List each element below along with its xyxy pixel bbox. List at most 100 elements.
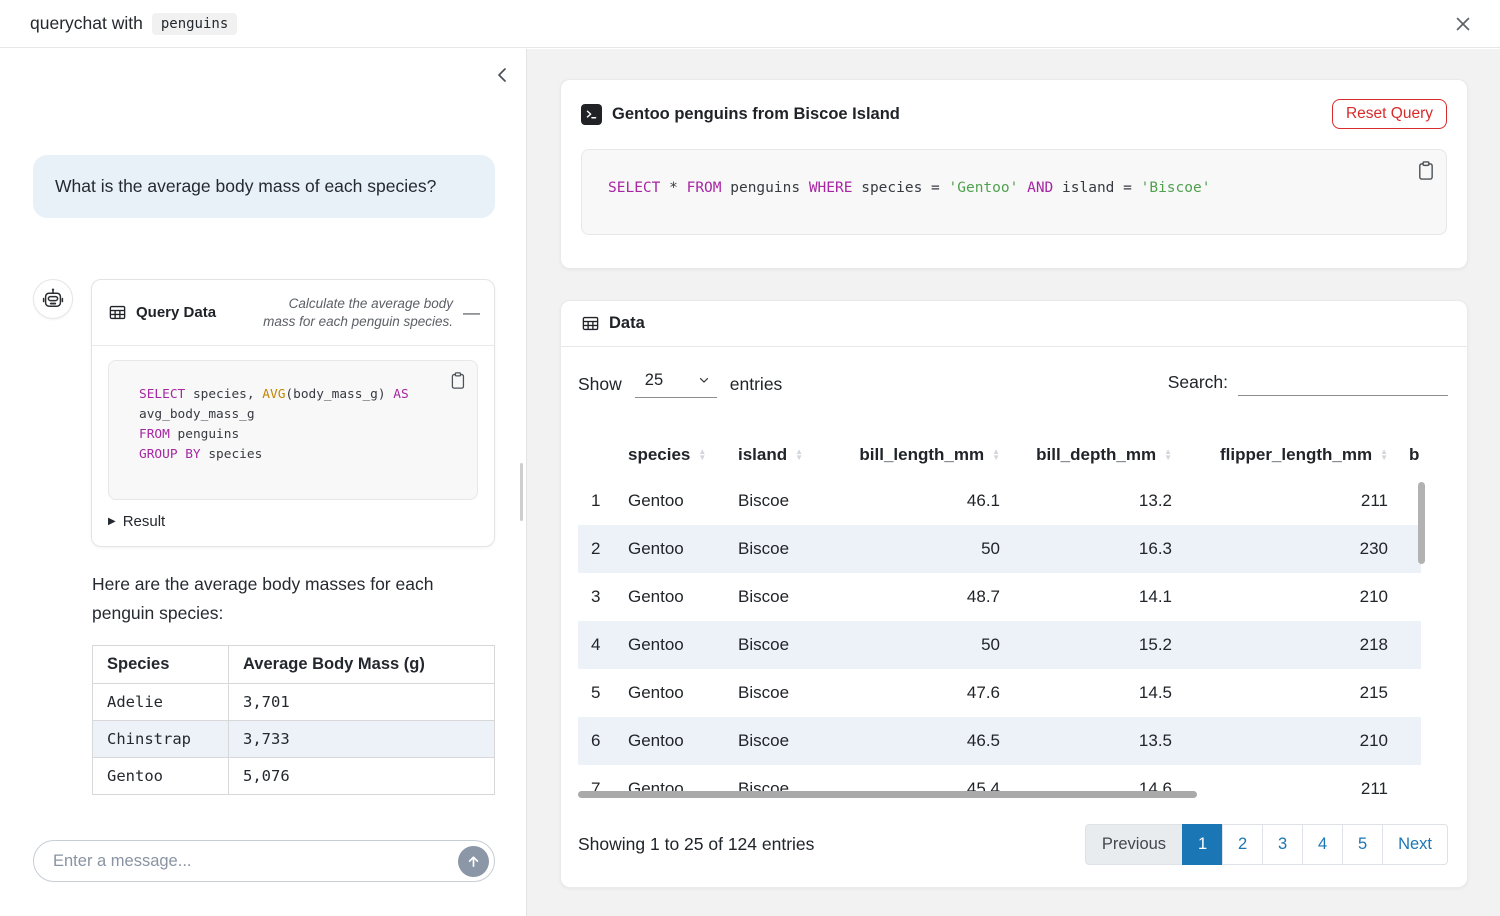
chevron-down-icon <box>697 373 711 387</box>
vertical-scrollbar[interactable] <box>1418 482 1425 564</box>
query-card-header: Gentoo penguins from Biscoe Island Reset… <box>581 92 1447 136</box>
data-table-row: 2GentooBiscoe5016.3230 <box>578 525 1421 573</box>
panel-resize-handle[interactable] <box>520 463 523 521</box>
answer-table-cell: 5,076 <box>229 758 495 795</box>
assistant-answer-text: Here are the average body masses for eac… <box>92 570 496 629</box>
data-table-cell: Gentoo <box>618 477 728 525</box>
data-table-cell: 50 <box>838 525 1000 573</box>
column-label: b <box>1409 445 1419 465</box>
horizontal-scrollbar[interactable] <box>578 791 1197 798</box>
answer-table-row: Adelie3,701 <box>93 684 495 721</box>
table-footer: Showing 1 to 25 of 124 entries Previous1… <box>578 823 1448 865</box>
column-header-bill_depth_mm[interactable]: bill_depth_mm▲▼ <box>1000 433 1172 477</box>
dataset-name-badge: penguins <box>152 13 237 35</box>
answer-table-cell: Adelie <box>93 684 229 721</box>
page-size-value: 25 <box>645 371 663 390</box>
data-table-header-row: species▲▼island▲▼bill_length_mm▲▼bill_de… <box>578 433 1421 477</box>
table-controls: Show 25 entries Search: <box>578 363 1448 405</box>
sql-code-block-small: SELECT species, AVG(body_mass_g) ASavg_b… <box>108 360 478 500</box>
data-table-row: 1GentooBiscoe46.113.2211 <box>578 477 1421 525</box>
data-table-cell: Gentoo <box>618 621 728 669</box>
page-size-select[interactable]: 25 <box>635 371 717 398</box>
result-toggle[interactable]: ▶ Result <box>108 513 478 530</box>
data-table-cell: 14.5 <box>1000 669 1172 717</box>
triangle-right-icon: ▶ <box>108 516 116 527</box>
sql-code-block-main: SELECT * FROM penguins WHERE species = '… <box>581 149 1447 235</box>
data-table-cell: Gentoo <box>618 573 728 621</box>
send-message-button[interactable] <box>458 846 489 877</box>
data-table-cell: 230 <box>1172 525 1388 573</box>
data-table-row: 5GentooBiscoe47.614.5215 <box>578 669 1421 717</box>
arrow-up-icon <box>465 853 482 870</box>
column-header-flipper_length_mm[interactable]: flipper_length_mm ▲▼ <box>1172 433 1388 477</box>
tool-title-group: Query Data <box>108 303 216 322</box>
user-message-bubble: What is the average body mass of each sp… <box>33 155 495 218</box>
close-button[interactable] <box>1448 9 1478 39</box>
data-table-cell: Gentoo <box>618 525 728 573</box>
pagination-page-4-button[interactable]: 4 <box>1302 824 1343 865</box>
data-table-cell <box>1388 621 1421 669</box>
answer-table-cell: Gentoo <box>93 758 229 795</box>
pagination-page-2-button[interactable]: 2 <box>1222 824 1263 865</box>
answer-table: SpeciesAverage Body Mass (g) Adelie3,701… <box>92 645 495 795</box>
copy-query-button[interactable] <box>1416 160 1435 181</box>
data-table-cell: 3 <box>578 573 618 621</box>
sql-code-text: SELECT species, AVG(body_mass_g) ASavg_b… <box>139 385 463 465</box>
pagination-page-5-button[interactable]: 5 <box>1342 824 1383 865</box>
show-label: Show <box>578 374 622 395</box>
data-table-cell: Gentoo <box>618 669 728 717</box>
topbar: querychat with penguins <box>0 0 1500 48</box>
answer-column-header: Average Body Mass (g) <box>229 646 495 684</box>
answer-table-row: Chinstrap3,733 <box>93 721 495 758</box>
query-title: Gentoo penguins from Biscoe Island <box>612 105 900 124</box>
assistant-message-row: Query Data Calculate the average body ma… <box>33 279 495 547</box>
data-table: species▲▼island▲▼bill_length_mm▲▼bill_de… <box>578 433 1421 801</box>
query-card: Gentoo penguins from Biscoe Island Reset… <box>560 79 1468 269</box>
data-table-cell: Gentoo <box>618 717 728 765</box>
column-header-island[interactable]: island▲▼ <box>728 433 838 477</box>
data-table-row: 6GentooBiscoe46.513.5210 <box>578 717 1421 765</box>
data-table-cell: 48.7 <box>838 573 1000 621</box>
reset-query-button[interactable]: Reset Query <box>1332 99 1447 129</box>
data-card: Data Show 25 entries Sear <box>560 300 1468 888</box>
pagination-next-button[interactable]: Next <box>1382 824 1448 865</box>
data-table-body: 1GentooBiscoe46.113.22112GentooBiscoe501… <box>578 477 1421 801</box>
data-table-cell: 50 <box>838 621 1000 669</box>
data-table-cell: 211 <box>1172 765 1388 801</box>
data-table-cell: 5 <box>578 669 618 717</box>
column-header-b: b <box>1388 433 1421 477</box>
terminal-icon <box>581 104 602 125</box>
data-table-cell: 46.1 <box>838 477 1000 525</box>
column-header-species[interactable]: species▲▼ <box>618 433 728 477</box>
pagination-page-3-button[interactable]: 3 <box>1262 824 1303 865</box>
data-table-cell: Biscoe <box>728 477 838 525</box>
chevron-left-icon <box>492 63 514 87</box>
message-input[interactable] <box>53 852 458 871</box>
sort-icon: ▲▼ <box>992 449 1000 462</box>
pagination-prev-button[interactable]: Previous <box>1085 824 1183 865</box>
data-table-cell: 13.5 <box>1000 717 1172 765</box>
data-table-cell: 46.5 <box>838 717 1000 765</box>
data-table-cell: 210 <box>1172 717 1388 765</box>
page-title-text: querychat with <box>30 13 143 34</box>
search-control: Search: <box>1168 372 1448 396</box>
pagination-page-1-button[interactable]: 1 <box>1182 824 1223 865</box>
data-table-cell: 47.6 <box>838 669 1000 717</box>
assistant-avatar <box>33 279 73 319</box>
collapse-sidebar-button[interactable] <box>492 63 514 87</box>
column-label: bill_length_mm <box>859 445 984 465</box>
data-table-row: 4GentooBiscoe5015.2218 <box>578 621 1421 669</box>
sort-icon: ▲▼ <box>1380 449 1388 462</box>
column-header-bill_length_mm[interactable]: bill_length_mm ▲▼ <box>838 433 1000 477</box>
copy-code-button[interactable] <box>449 371 466 390</box>
data-card-header: Data <box>561 301 1467 347</box>
answer-table-cell: 3,701 <box>229 684 495 721</box>
data-table-cell: 2 <box>578 525 618 573</box>
column-label: flipper_length_mm <box>1220 445 1372 465</box>
minimize-tool-card-button[interactable]: — <box>463 304 480 321</box>
pagination: Previous12345Next <box>1085 824 1448 865</box>
data-table-row: 3GentooBiscoe48.714.1210 <box>578 573 1421 621</box>
data-table-cell: 16.3 <box>1000 525 1172 573</box>
data-table-viewport: species▲▼island▲▼bill_length_mm▲▼bill_de… <box>578 433 1452 801</box>
search-input[interactable] <box>1238 372 1448 396</box>
